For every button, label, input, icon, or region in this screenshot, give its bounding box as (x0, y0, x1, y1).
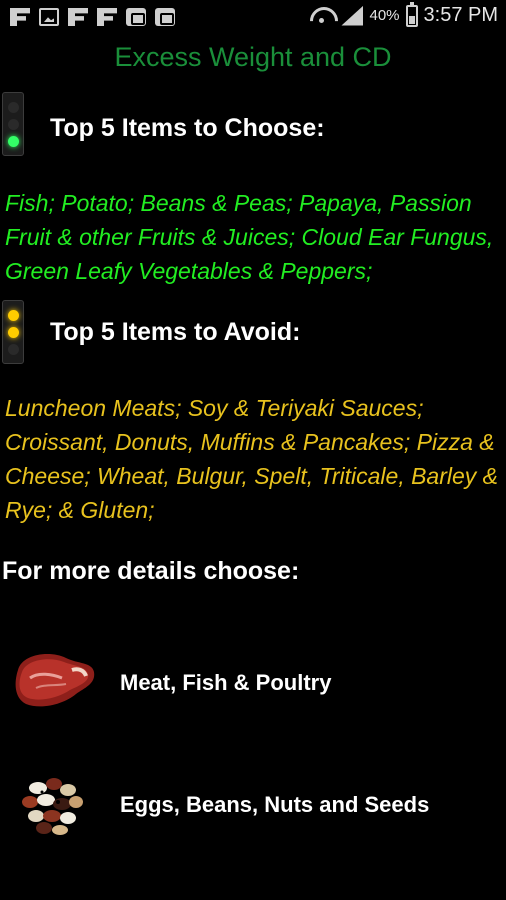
image-notification-icon (39, 8, 59, 26)
steak-icon (15, 654, 95, 707)
notification-icons (10, 8, 175, 26)
battery-percent: 40% (369, 7, 400, 24)
status-bar: 40% 3:57 PM (0, 0, 506, 34)
beans-icon (22, 778, 83, 835)
category-meat-fish-poultry[interactable]: Meat, Fish & Poultry (0, 636, 506, 726)
wifi-icon (309, 5, 335, 27)
choose-heading: Top 5 Items to Choose: (50, 114, 325, 142)
category-label: Eggs, Beans, Nuts and Seeds (120, 792, 430, 817)
store-update-icon (126, 8, 146, 26)
category-eggs-beans-nuts-seeds[interactable]: Eggs, Beans, Nuts and Seeds (0, 760, 506, 850)
signal-icon (341, 5, 364, 26)
app-notification-icon (97, 8, 117, 26)
yellow-traffic-light-icon (2, 300, 24, 364)
app-notification-icon (10, 8, 30, 26)
store-update-icon (155, 8, 175, 26)
page-title: Excess Weight and CD (114, 42, 392, 72)
avoid-heading: Top 5 Items to Avoid: (50, 318, 301, 346)
avoid-items-text: Luncheon Meats; Soy & Teriyaki Sauces; C… (5, 395, 499, 523)
choose-items-text: Fish; Potato; Beans & Peas; Papaya, Pass… (5, 190, 494, 284)
category-label: Meat, Fish & Poultry (120, 670, 332, 695)
battery-icon (405, 1, 418, 27)
system-icons: 40% 3:57 PM (309, 1, 498, 27)
green-traffic-light-icon (2, 92, 24, 156)
more-details-label: For more details choose: (2, 557, 300, 585)
app-notification-icon (68, 8, 88, 26)
clock: 3:57 PM (423, 4, 498, 26)
